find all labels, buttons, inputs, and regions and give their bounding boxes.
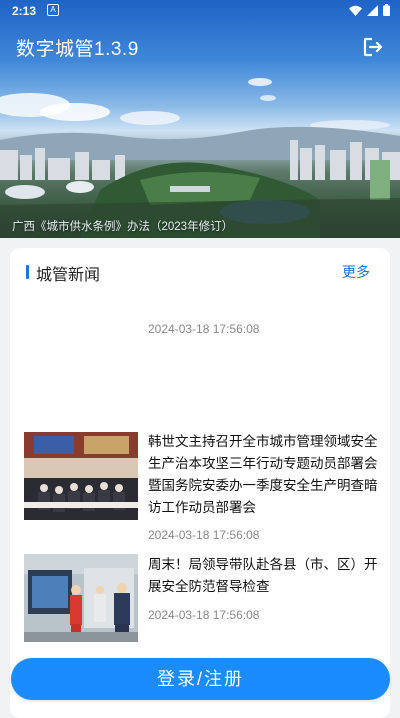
wifi-icon xyxy=(349,5,362,16)
app-title: 数字城管1.3.9 xyxy=(16,39,139,60)
news-thumbnail xyxy=(24,432,138,520)
news-item[interactable]: 2024-03-18 17:56:08 xyxy=(10,308,390,418)
more-link[interactable]: 更多 xyxy=(342,262,370,282)
login-register-button[interactable]: 登录/注册 xyxy=(11,658,390,700)
signal-icon xyxy=(367,4,378,16)
header-banner: 2:13 A 数字城管1.3.9 广西《城市供水条例》办法（2023年修订） xyxy=(0,0,400,238)
news-date: 2024-03-18 17:56:08 xyxy=(148,528,260,542)
status-bar: 2:13 A xyxy=(0,0,400,22)
news-date: 2024-03-18 17:56:08 xyxy=(148,322,260,336)
news-card: 城管新闻 更多 2024-03-18 17:56:08 韩世文主持召开全市城市管… xyxy=(10,248,390,718)
status-time: 2:13 xyxy=(12,4,37,18)
status-icons xyxy=(349,4,390,16)
battery-icon xyxy=(383,4,390,16)
news-date: 2024-03-18 17:56:08 xyxy=(148,608,260,622)
news-card-header: 城管新闻 更多 xyxy=(10,248,390,294)
notification-a-icon: A xyxy=(47,4,59,16)
news-thumbnail xyxy=(24,554,138,642)
news-item[interactable]: 周末！局领导带队赴各县（市、区）开展安全防范督导检查 2024-03-18 17… xyxy=(10,554,390,654)
news-title: 韩世文主持召开全市城市管理领域安全生产治本攻坚三年行动专题动员部署会暨国务院安委… xyxy=(148,434,378,515)
logout-icon[interactable] xyxy=(362,36,384,58)
section-accent-bar xyxy=(26,265,29,279)
banner-caption[interactable]: 广西《城市供水条例》办法（2023年修订） xyxy=(12,218,233,234)
news-title: 周末！局领导带队赴各县（市、区）开展安全防范督导检查 xyxy=(148,557,378,594)
section-title: 城管新闻 xyxy=(36,267,101,284)
news-item[interactable]: 韩世文主持召开全市城市管理领域安全生产治本攻坚三年行动专题动员部署会暨国务院安委… xyxy=(10,432,390,552)
